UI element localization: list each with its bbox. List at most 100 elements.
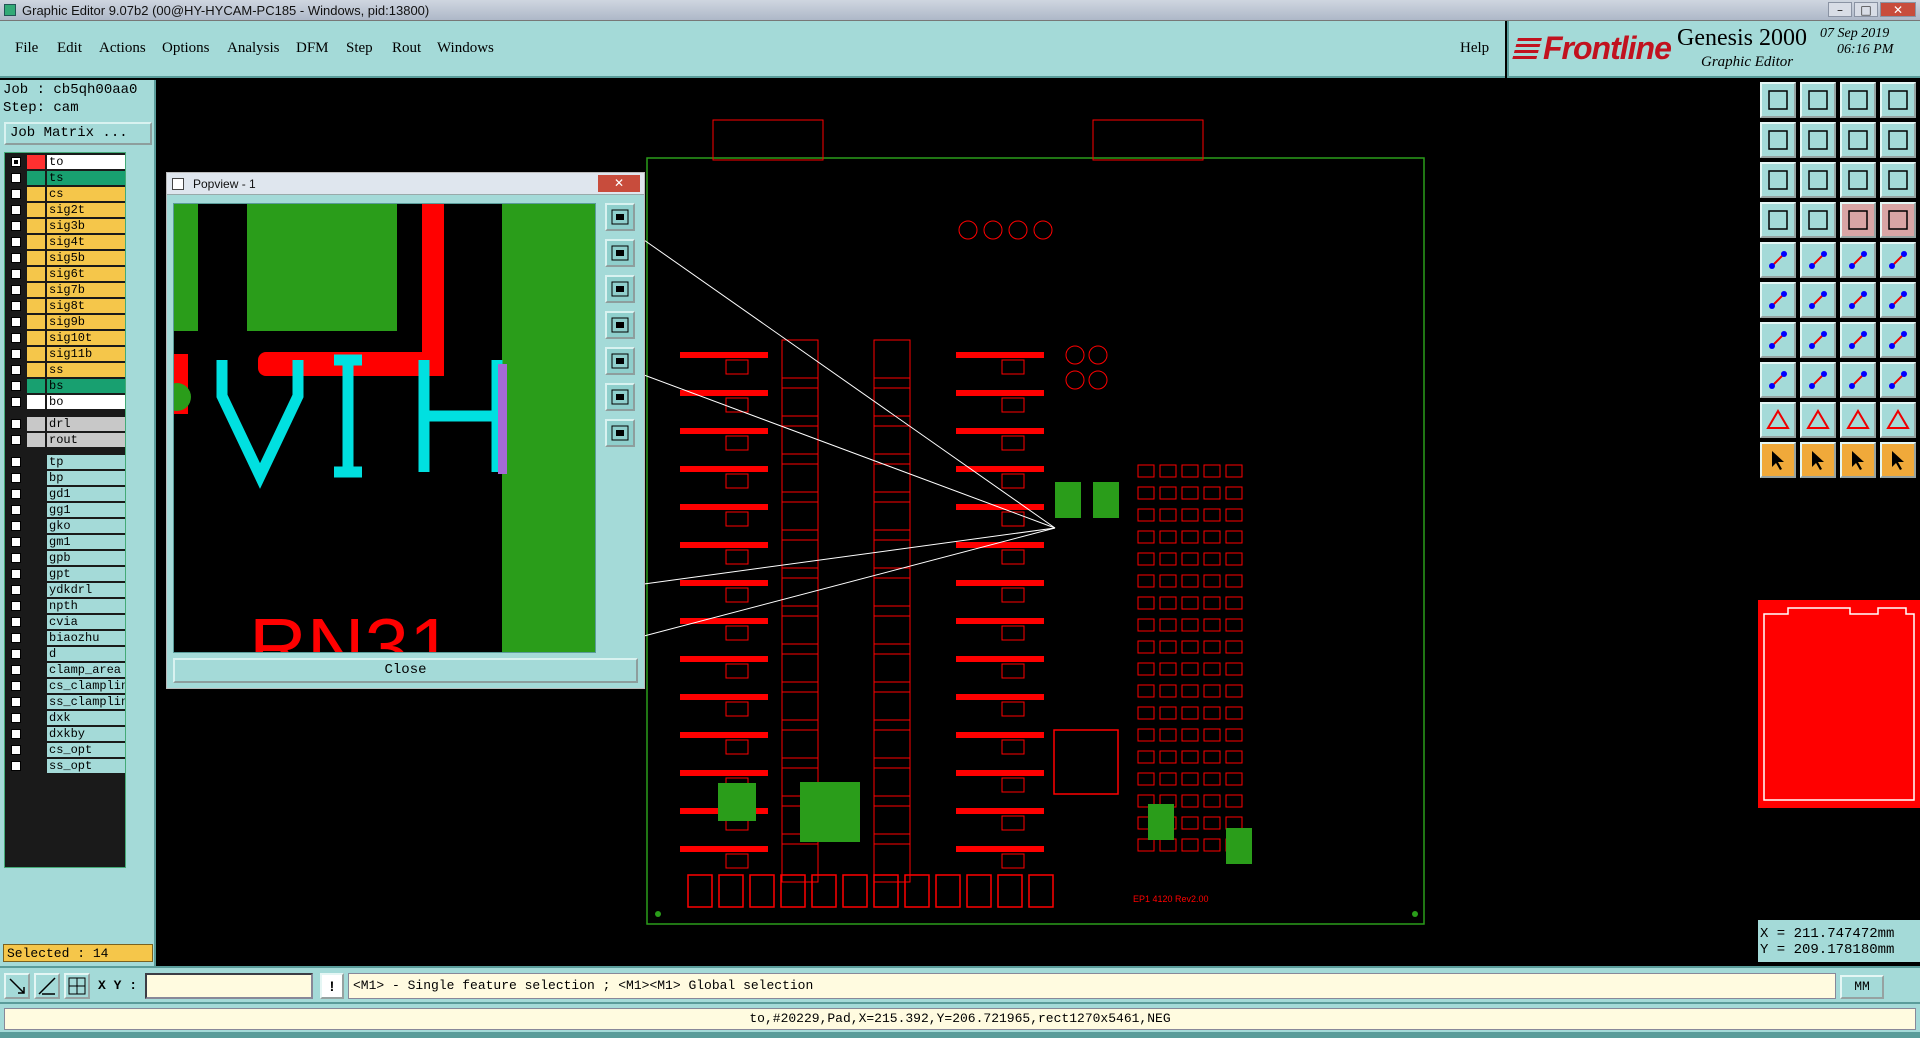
- layer-name[interactable]: cs: [47, 187, 125, 201]
- zoom-out-icon[interactable]: [605, 275, 635, 303]
- layer-name[interactable]: sig8t: [47, 299, 125, 313]
- layer-checkbox[interactable]: [11, 505, 21, 515]
- snap-tool-button[interactable]: [4, 973, 30, 999]
- layer-name[interactable]: sig3b: [47, 219, 125, 233]
- layer-checkbox[interactable]: [11, 365, 21, 375]
- step-icon[interactable]: [1880, 122, 1916, 158]
- hint-icon[interactable]: !: [320, 973, 344, 999]
- layer-checkbox[interactable]: [11, 269, 21, 279]
- layer-checkbox[interactable]: [11, 397, 21, 407]
- layer-row-bp[interactable]: bp: [7, 471, 125, 485]
- select-add-icon[interactable]: [1800, 442, 1836, 478]
- layer-name[interactable]: sig11b: [47, 347, 125, 361]
- layer-name[interactable]: ts: [47, 171, 125, 185]
- layer-row-sig5b[interactable]: sig5b: [7, 251, 125, 265]
- units-button[interactable]: MM: [1840, 975, 1884, 999]
- layer-checkbox[interactable]: [11, 457, 21, 467]
- pin-icon[interactable]: [1800, 202, 1836, 238]
- layer-checkbox[interactable]: [11, 537, 21, 547]
- panel-icon[interactable]: [1880, 82, 1916, 118]
- layer-checkbox[interactable]: [11, 349, 21, 359]
- menu-dfm[interactable]: DFM: [296, 40, 329, 57]
- fit-icon[interactable]: [1760, 162, 1796, 198]
- select-move-icon[interactable]: [1840, 442, 1876, 478]
- layer-row-gg1[interactable]: gg1: [7, 503, 125, 517]
- layer-checkbox[interactable]: [11, 317, 21, 327]
- cluster-icon[interactable]: [1880, 362, 1916, 398]
- layer-checkbox[interactable]: [11, 569, 21, 579]
- layer-row-to[interactable]: to: [7, 155, 125, 169]
- layer-name[interactable]: gd1: [47, 487, 125, 501]
- layer-checkbox[interactable]: [11, 697, 21, 707]
- layer-name[interactable]: sig10t: [47, 331, 125, 345]
- layer-name[interactable]: bo: [47, 395, 125, 409]
- layer-name[interactable]: ss_clampline: [47, 695, 125, 709]
- bracket-icon[interactable]: [1840, 362, 1876, 398]
- job-matrix-button[interactable]: Job Matrix ...: [4, 122, 152, 145]
- select-path-icon[interactable]: [1880, 442, 1916, 478]
- layer-row-gpb[interactable]: gpb: [7, 551, 125, 565]
- layer-row-ydkdrl[interactable]: ydkdrl: [7, 583, 125, 597]
- layer-name[interactable]: dxkby: [47, 727, 125, 741]
- dash-icon[interactable]: [1800, 362, 1836, 398]
- layer-row-sig6t[interactable]: sig6t: [7, 267, 125, 281]
- layer-checkbox[interactable]: [11, 301, 21, 311]
- help-icon[interactable]: [1880, 162, 1916, 198]
- layer-row-drl[interactable]: drl: [7, 417, 125, 431]
- layer-checkbox[interactable]: [11, 419, 21, 429]
- layer-checkbox[interactable]: [11, 473, 21, 483]
- layer-checkbox[interactable]: [11, 221, 21, 231]
- layer-name[interactable]: clamp_area: [47, 663, 125, 677]
- net-icon[interactable]: [1760, 282, 1796, 318]
- xy-input[interactable]: [145, 973, 313, 999]
- layer-row-tp[interactable]: tp: [7, 455, 125, 469]
- layer-row-sig10t[interactable]: sig10t: [7, 331, 125, 345]
- layer-row-ss_opt[interactable]: ss_opt: [7, 759, 125, 773]
- circle-icon[interactable]: [1880, 242, 1916, 278]
- layer-checkbox[interactable]: [11, 285, 21, 295]
- zoom-home-icon[interactable]: [605, 203, 635, 231]
- layer-checkbox[interactable]: [11, 681, 21, 691]
- layer-row-sig8t[interactable]: sig8t: [7, 299, 125, 313]
- layer-checkbox[interactable]: [11, 189, 21, 199]
- layer-checkbox[interactable]: [11, 649, 21, 659]
- layer-name[interactable]: sig9b: [47, 315, 125, 329]
- layer-name[interactable]: biaozhu: [47, 631, 125, 645]
- layer-row-bo[interactable]: bo: [7, 395, 125, 409]
- import-icon[interactable]: [1760, 122, 1796, 158]
- layer-checkbox[interactable]: [11, 435, 21, 445]
- layer-checkbox[interactable]: [11, 237, 21, 247]
- layer-name[interactable]: bs: [47, 379, 125, 393]
- layer-checkbox[interactable]: [11, 745, 21, 755]
- layer-name[interactable]: sig2t: [47, 203, 125, 217]
- layer-row-sig9b[interactable]: sig9b: [7, 315, 125, 329]
- layer-row-gd1[interactable]: gd1: [7, 487, 125, 501]
- layer-checkbox[interactable]: [11, 333, 21, 343]
- layer-name[interactable]: sig5b: [47, 251, 125, 265]
- layer-checkbox[interactable]: [11, 601, 21, 611]
- menu-options[interactable]: Options: [162, 40, 210, 57]
- layer-name[interactable]: ydkdrl: [47, 583, 125, 597]
- menu-step[interactable]: Step: [346, 40, 373, 57]
- layer-row-cs_opt[interactable]: cs_opt: [7, 743, 125, 757]
- line-icon[interactable]: [1760, 322, 1796, 358]
- triangle-c-icon[interactable]: [1880, 402, 1916, 438]
- popview-close-button[interactable]: Close: [173, 658, 638, 683]
- layer-row-cvia[interactable]: cvia: [7, 615, 125, 629]
- center-icon[interactable]: [1800, 162, 1836, 198]
- export-icon[interactable]: [1800, 122, 1836, 158]
- cross-icon[interactable]: [1800, 282, 1836, 318]
- triangle-icon[interactable]: [1760, 402, 1796, 438]
- layer-row-sig7b[interactable]: sig7b: [7, 283, 125, 297]
- layer-row-d[interactable]: d: [7, 647, 125, 661]
- zoom-area-icon[interactable]: [605, 419, 635, 447]
- menu-help[interactable]: Help: [1460, 40, 1489, 57]
- layer-row-gm1[interactable]: gm1: [7, 535, 125, 549]
- select-icon[interactable]: [1760, 442, 1796, 478]
- layer-name[interactable]: sig6t: [47, 267, 125, 281]
- layer-checkbox[interactable]: [11, 489, 21, 499]
- pan-right-icon[interactable]: [605, 347, 635, 375]
- layer-checkbox[interactable]: [11, 585, 21, 595]
- menu-file[interactable]: File: [15, 40, 38, 57]
- layer-checkbox[interactable]: [11, 253, 21, 263]
